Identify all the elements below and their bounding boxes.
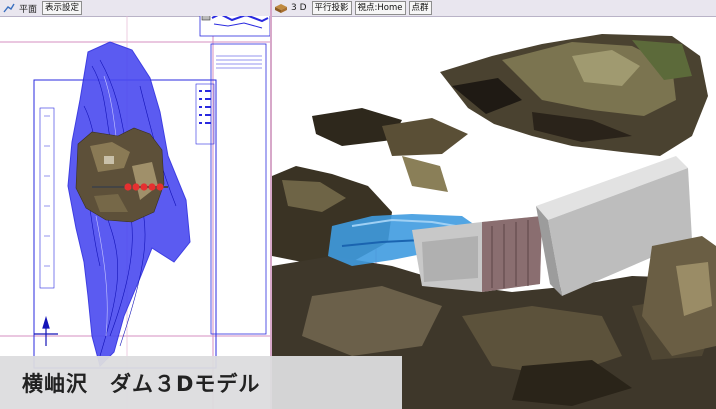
plan-view-panel: 平面 表示設定 <box>0 0 272 409</box>
viewpoint-home-button[interactable]: 視点:Home <box>354 1 406 15</box>
3d-view-toolbar: 3 D 平行投影 視点:Home 点群 <box>272 0 716 17</box>
point-cloud-button[interactable]: 点群 <box>408 1 432 15</box>
pen-plan-icon <box>2 2 16 14</box>
plan-view-title: 平面 <box>19 4 38 15</box>
3d-model-viewport[interactable] <box>272 16 716 409</box>
parallel-projection-button[interactable]: 平行投影 <box>311 1 352 15</box>
north-arrow-icon <box>34 315 58 346</box>
display-settings-button[interactable]: 表示設定 <box>42 1 83 15</box>
3d-view-title: 3 D <box>291 3 307 13</box>
cube-3d-icon <box>274 2 288 14</box>
caption-banner: 横岫沢 ダム３Dモデル <box>0 356 402 409</box>
minimap-icon <box>199 16 270 37</box>
plan-drawing-canvas[interactable] <box>0 16 270 409</box>
dam-pier-markers <box>124 183 164 191</box>
plan-view-toolbar: 平面 表示設定 <box>0 0 270 17</box>
caption-text: 横岫沢 ダム３Dモデル <box>22 371 261 396</box>
3d-view-panel: 3 D 平行投影 視点:Home 点群 <box>272 0 716 409</box>
